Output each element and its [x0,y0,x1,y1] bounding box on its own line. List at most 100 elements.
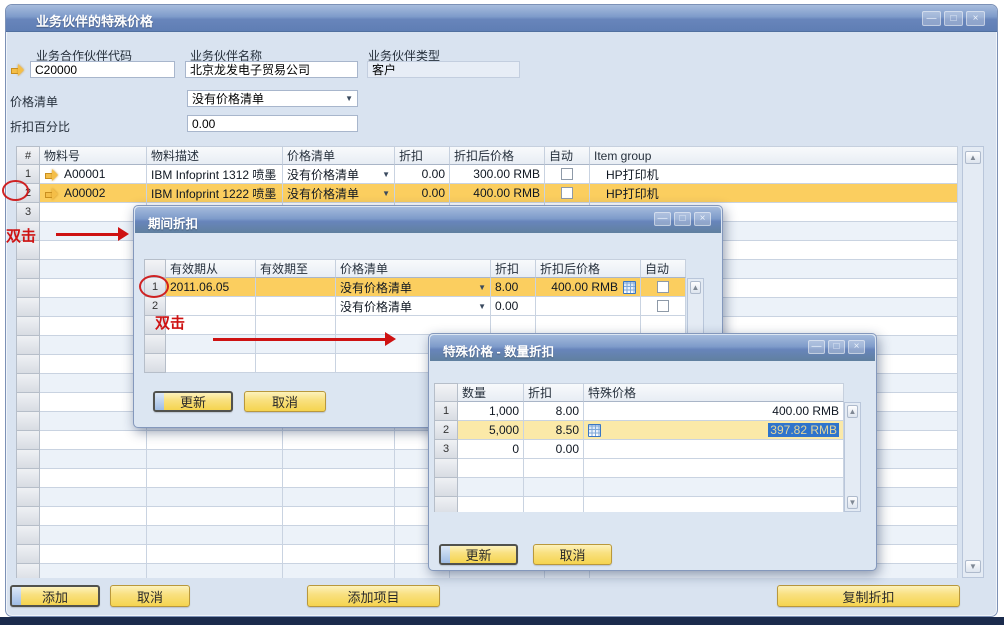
cell-qty[interactable]: 0 [458,440,524,459]
minimize-icon[interactable]: — [654,212,671,226]
empty-cell[interactable] [40,260,147,279]
cell-discount[interactable]: 0.00 [491,297,536,316]
price-list-combo[interactable]: 没有价格清单 ▼ [187,90,358,107]
empty-cell[interactable] [584,459,844,478]
empty-cell[interactable] [40,545,147,564]
row-number-cell[interactable] [16,488,40,507]
copy-discount-button[interactable]: 复制折扣 [777,585,960,607]
link-arrow-icon[interactable] [44,169,59,180]
minimize-icon[interactable]: — [808,340,825,354]
empty-cell[interactable] [40,469,147,488]
scroll-up-icon[interactable]: ▲ [690,281,701,294]
cell-item-group[interactable]: HP打印机 [590,184,958,203]
cell-auto[interactable] [641,297,686,316]
empty-cell[interactable] [147,488,283,507]
row-number-cell[interactable]: 2 [434,421,458,440]
qty-scrollbar[interactable]: ▲ ▼ [844,402,861,512]
empty-cell[interactable] [524,459,584,478]
empty-cell[interactable] [524,497,584,512]
scroll-up-icon[interactable]: ▲ [965,151,981,164]
row-number-cell[interactable] [16,431,40,450]
cell-price-list[interactable]: 没有价格清单▼ [283,184,395,203]
empty-cell[interactable] [283,431,395,450]
row-number-cell[interactable] [16,298,40,317]
empty-cell[interactable] [40,355,147,374]
empty-cell[interactable] [283,564,395,578]
auto-checkbox[interactable] [657,281,669,293]
main-titlebar[interactable]: 业务伙伴的特殊价格 — □ × [6,5,997,32]
bp-name-field[interactable]: 北京龙发电子贸易公司 [185,61,358,78]
chevron-down-icon[interactable]: ▼ [382,189,390,198]
empty-cell[interactable] [40,450,147,469]
empty-cell[interactable] [458,478,524,497]
close-icon[interactable]: × [848,340,865,354]
link-arrow-icon[interactable] [10,64,25,75]
maximize-icon[interactable]: □ [828,340,845,354]
detail-grid-icon[interactable] [588,424,601,437]
empty-cell[interactable] [147,545,283,564]
empty-cell[interactable] [40,393,147,412]
empty-cell[interactable] [584,497,844,512]
empty-cell[interactable] [283,507,395,526]
cell-item-desc[interactable]: IBM Infoprint 1222 喷墨 [147,184,283,203]
row-number-cell[interactable] [16,355,40,374]
empty-cell[interactable] [256,354,336,373]
cell-item-code[interactable]: A00001 [40,165,147,184]
empty-cell[interactable] [40,317,147,336]
cell-price-list[interactable]: 没有价格清单▼ [336,278,491,297]
cell-discount[interactable]: 8.00 [491,278,536,297]
empty-cell[interactable] [40,564,147,578]
bp-code-field[interactable]: C20000 [30,61,175,78]
empty-cell[interactable] [40,507,147,526]
row-number-cell[interactable]: 3 [16,203,40,222]
row-number-cell[interactable] [16,526,40,545]
cell-price-list[interactable]: 没有价格清单▼ [336,297,491,316]
row-number-cell[interactable] [16,336,40,355]
cell-price-after[interactable]: 400.00 RMB [450,184,545,203]
empty-cell[interactable] [283,469,395,488]
add-items-button[interactable]: 添加项目 [307,585,440,607]
row-number-cell[interactable] [434,497,458,512]
discount-pct-field[interactable]: 0.00 [187,115,358,132]
cell-special-price[interactable]: 397.82 RMB [584,421,844,440]
empty-cell[interactable] [584,478,844,497]
row-number-cell[interactable] [16,260,40,279]
empty-cell[interactable] [147,469,283,488]
empty-cell[interactable] [40,526,147,545]
period-dialog-titlebar[interactable]: 期间折扣 — □ × [135,207,721,233]
row-number-cell[interactable]: 3 [434,440,458,459]
row-number-cell[interactable] [16,507,40,526]
cell-discount[interactable]: 0.00 [395,184,450,203]
row-number-cell[interactable] [144,335,166,354]
link-arrow-icon[interactable] [44,188,59,199]
maximize-icon[interactable]: □ [674,212,691,226]
auto-checkbox[interactable] [561,187,573,199]
empty-cell[interactable] [524,478,584,497]
empty-cell[interactable] [283,450,395,469]
empty-cell[interactable] [147,431,283,450]
empty-cell[interactable] [40,488,147,507]
cell-item-code[interactable] [40,203,147,222]
main-scrollbar[interactable]: ▲ ▼ [962,146,984,578]
qty-dialog-titlebar[interactable]: 特殊价格 - 数量折扣 — □ × [430,335,875,361]
scroll-down-icon[interactable]: ▼ [847,496,858,509]
cell-valid-to[interactable] [256,278,336,297]
empty-cell[interactable] [40,298,147,317]
detail-grid-icon[interactable] [623,281,636,294]
row-number-cell[interactable] [434,478,458,497]
chevron-down-icon[interactable]: ▼ [345,94,353,103]
empty-cell[interactable] [283,545,395,564]
empty-cell[interactable] [283,488,395,507]
cell-price-list[interactable]: 没有价格清单▼ [283,165,395,184]
row-number-cell[interactable] [16,279,40,298]
auto-checkbox[interactable] [657,300,669,312]
cell-discount[interactable]: 0.00 [524,440,584,459]
cell-valid-from[interactable]: 2011.06.05 [166,278,256,297]
row-number-cell[interactable] [16,393,40,412]
row-number-cell[interactable] [16,374,40,393]
row-number-cell[interactable] [16,545,40,564]
empty-cell[interactable] [166,354,256,373]
empty-cell[interactable] [40,279,147,298]
cancel-button[interactable]: 取消 [110,585,190,607]
cell-special-price[interactable] [584,440,844,459]
